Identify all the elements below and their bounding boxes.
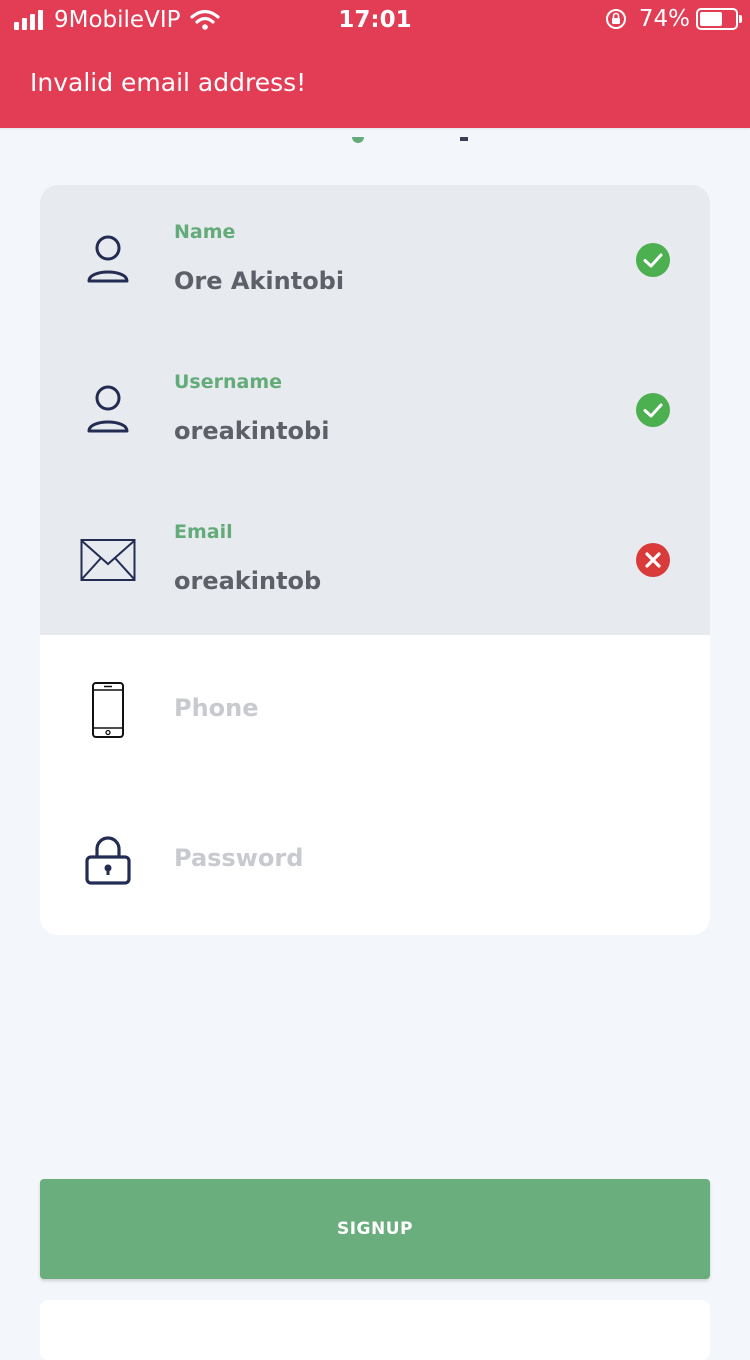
bottom-card [40,1300,710,1360]
rotation-lock-icon [605,9,626,29]
battery-icon [696,8,742,30]
envelope-icon [80,530,136,590]
user-icon [80,230,136,290]
error-icon [636,543,670,577]
user-icon [80,380,136,440]
signup-form: Name Ore Akintobi Username oreakintobi E… [40,185,710,935]
password-field[interactable]: Password [40,785,710,935]
smartphone-icon [80,680,136,740]
lock-icon [80,830,136,890]
signup-button[interactable]: SIGNUP [40,1179,710,1279]
logo-peek [340,128,480,143]
check-icon [636,393,670,427]
username-label: Username [174,371,283,393]
check-icon [636,243,670,277]
error-banner: 9MobileVIP 17:01 74% Invalid email addre… [0,0,750,128]
error-message: Invalid email address! [30,68,307,97]
name-value[interactable]: Ore Akintobi [174,265,344,297]
email-value[interactable]: oreakintob [174,565,321,597]
password-placeholder[interactable]: Password [174,842,303,874]
status-bar: 9MobileVIP 17:01 74% [0,0,750,40]
username-value[interactable]: oreakintobi [174,415,329,447]
email-field[interactable]: Email oreakintob [40,485,710,635]
phone-placeholder[interactable]: Phone [174,692,259,724]
email-label: Email [174,521,233,543]
phone-field[interactable]: Phone [40,635,710,785]
name-label: Name [174,221,236,243]
battery-percent: 74% [638,6,690,32]
username-field[interactable]: Username oreakintobi [40,335,710,485]
name-field[interactable]: Name Ore Akintobi [40,185,710,335]
